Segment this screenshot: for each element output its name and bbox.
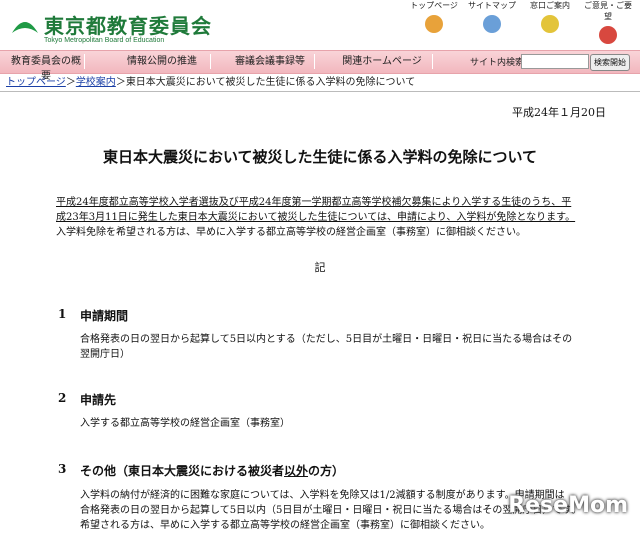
search-button[interactable]: 検索開始: [590, 54, 630, 71]
info-desk-icon: [541, 15, 559, 33]
util-sitemap[interactable]: サイトマップ: [466, 0, 518, 44]
page-title: 東日本大震災において被災した生徒に係る入学料の免除について: [102, 148, 538, 166]
tokyo-logo-icon[interactable]: [10, 13, 40, 37]
utility-nav: トップページ サイトマップ 窓口ご案内 ご意見・ご要望: [408, 0, 634, 44]
intro-line: 平成24年度都立高等学校入学者選抜及び平成24年度第一学期都立高等学校補欠募集に…: [56, 197, 572, 208]
site-logo-subtitle: Tokyo Metropolitan Board of Education: [44, 37, 165, 44]
intro-line: 成23年3月11日に発生した東日本大震災において被災した生徒については、申請によ…: [56, 212, 576, 223]
site-header: 東京都教育委員会 Tokyo Metropolitan Board of Edu…: [0, 0, 640, 50]
section-body: 翌開庁日）: [80, 349, 130, 360]
home-icon: [425, 15, 443, 33]
search-input[interactable]: [521, 54, 589, 69]
breadcrumb-separator: ＞: [65, 77, 76, 88]
site-logo-text[interactable]: 東京都教育委員会: [44, 10, 212, 39]
nav-item-minutes[interactable]: 審議会議事録等: [226, 54, 315, 69]
nav-item-disclosure[interactable]: 情報公開の推進: [114, 54, 211, 69]
section-body: 入学する都立高等学校の経営企画室（事務室）: [80, 418, 290, 429]
util-top-page[interactable]: トップページ: [408, 0, 460, 44]
util-feedback[interactable]: ご意見・ご要望: [582, 0, 634, 44]
section-body: 入学料の納付が経済的に困難な家庭については、入学料を免除又は1/2減額する制度が…: [80, 490, 565, 501]
util-label: トップページ: [410, 1, 458, 10]
resemom-watermark: ReseMom: [508, 493, 628, 518]
ki-heading: 記: [314, 261, 326, 274]
util-label: サイトマップ: [468, 1, 516, 10]
breadcrumb: トップページ＞学校案内＞東日本大震災において被災した生徒に係る入学料の免除につい…: [0, 74, 640, 92]
breadcrumb-school[interactable]: 学校案内: [76, 77, 116, 88]
section-title-part: の方）: [308, 464, 345, 478]
util-label: 窓口ご案内: [530, 1, 570, 10]
section-body: 合格発表の日の翌日から起算して5日以内とする（ただし、5日目が土曜日・日曜日・祝…: [80, 334, 573, 345]
section-title: 申請先: [80, 393, 117, 407]
section-body: 合格発表の日の翌日から起算して5日以内（5日目が土曜日・日曜日・祝日に当たる場合…: [80, 505, 582, 516]
section-number: 2: [58, 391, 67, 405]
section-title-part: その他（東日本大震災における被災者: [80, 464, 285, 478]
section-title: 申請期間: [80, 309, 129, 323]
nav-item-links[interactable]: 関連ホームページ: [332, 54, 433, 69]
search-label: サイト内検索: [470, 58, 525, 68]
mailbox-icon: [599, 26, 617, 44]
section-number: 3: [58, 462, 67, 476]
intro-line: 入学料免除を希望される方は、早めに入学する都立高等学校の経営企画室（事務室）に御…: [56, 227, 526, 238]
breadcrumb-separator: ＞: [115, 77, 126, 88]
util-label: ご意見・ご要望: [584, 1, 632, 21]
breadcrumb-current: 東日本大震災において被災した生徒に係る入学料の免除について: [125, 77, 416, 88]
nav-item-overview[interactable]: 教育委員会の概要: [8, 54, 85, 82]
main-nav: 教育委員会の概要 情報公開の推進 審議会議事録等 関連ホームページ サイト内検索…: [0, 50, 640, 82]
section-title: その他（東日本大震災における被災者以外の方）: [80, 462, 344, 479]
util-info-desk[interactable]: 窓口ご案内: [524, 0, 576, 44]
publish-date: 平成24年１月20日: [512, 106, 606, 119]
sitemap-icon: [483, 15, 501, 33]
section-title-emphasis: 以外: [284, 464, 309, 478]
breadcrumb-top[interactable]: トップページ: [6, 77, 66, 88]
section-number: 1: [58, 307, 67, 321]
